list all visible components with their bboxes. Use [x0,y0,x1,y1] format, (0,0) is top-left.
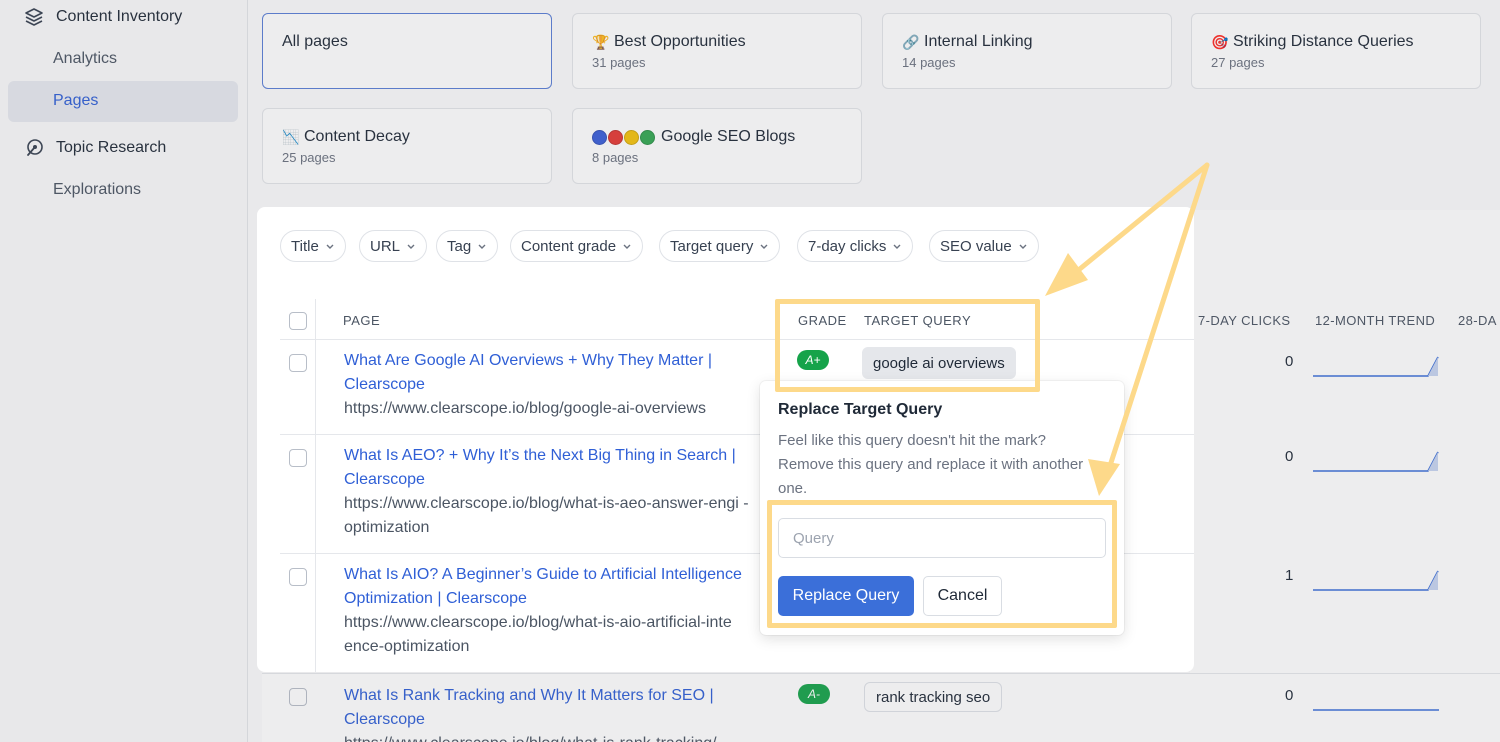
page-title-link[interactable]: What Is AEO? + Why It’s the Next Big Thi… [344,444,774,492]
chevron-down-icon [1019,244,1027,249]
filter-url[interactable]: URL [359,230,428,262]
replace-query-button[interactable]: Replace Query [778,576,914,616]
replace-query-popover: Replace Target Query Feel like this quer… [760,381,1124,635]
row-checkbox[interactable] [289,354,307,372]
row-checkbox[interactable] [289,568,307,586]
filter-target-query[interactable]: Target query [659,230,781,262]
popover-title: Replace Target Query [778,401,943,418]
column-header-grade[interactable]: GRADE [798,313,847,328]
filter-label: URL [370,237,401,255]
grade-badge: A+ [797,350,829,370]
chevron-down-icon [623,244,631,249]
filter-label: Title [291,237,319,255]
filter-seo-value[interactable]: SEO value [929,230,1039,262]
page-title-link[interactable]: What Is AIO? A Beginner’s Guide to Artif… [344,563,774,611]
cancel-button[interactable]: Cancel [923,576,1002,616]
popover-description: Feel like this query doesn't hit the mar… [778,432,1084,497]
column-divider [315,299,316,672]
filter-tag[interactable]: Tag [436,230,499,262]
target-query-chip[interactable]: google ai overviews [862,347,1016,379]
page-title-link[interactable]: What Are Google AI Overviews + Why They … [344,349,774,397]
filter-content-grade[interactable]: Content grade [510,230,644,262]
chevron-down-icon [893,244,901,249]
chevron-down-icon [760,244,768,249]
filter-7-day-clicks[interactable]: 7-day clicks [797,230,914,262]
header-divider [280,339,1194,340]
column-header-target-query[interactable]: TARGET QUERY [864,313,971,328]
row-checkbox[interactable] [289,449,307,467]
select-all-checkbox[interactable] [289,312,307,330]
chevron-down-icon [478,244,486,249]
query-input[interactable] [778,518,1106,558]
filter-label: 7-day clicks [808,237,887,255]
chevron-down-icon [326,244,334,249]
filter-title[interactable]: Title [280,230,346,262]
filter-label: Content grade [521,237,617,255]
filter-label: Target query [670,237,754,255]
column-header-page[interactable]: PAGE [343,313,380,328]
filter-label: Tag [447,237,472,255]
filter-label: SEO value [940,237,1012,255]
page-url: https://www.clearscope.io/blog/what-is-a… [344,614,732,655]
page-url: https://www.clearscope.io/blog/what-is-a… [344,495,749,536]
chevron-down-icon [407,244,415,249]
page-url: https://www.clearscope.io/blog/google-ai… [344,400,706,417]
